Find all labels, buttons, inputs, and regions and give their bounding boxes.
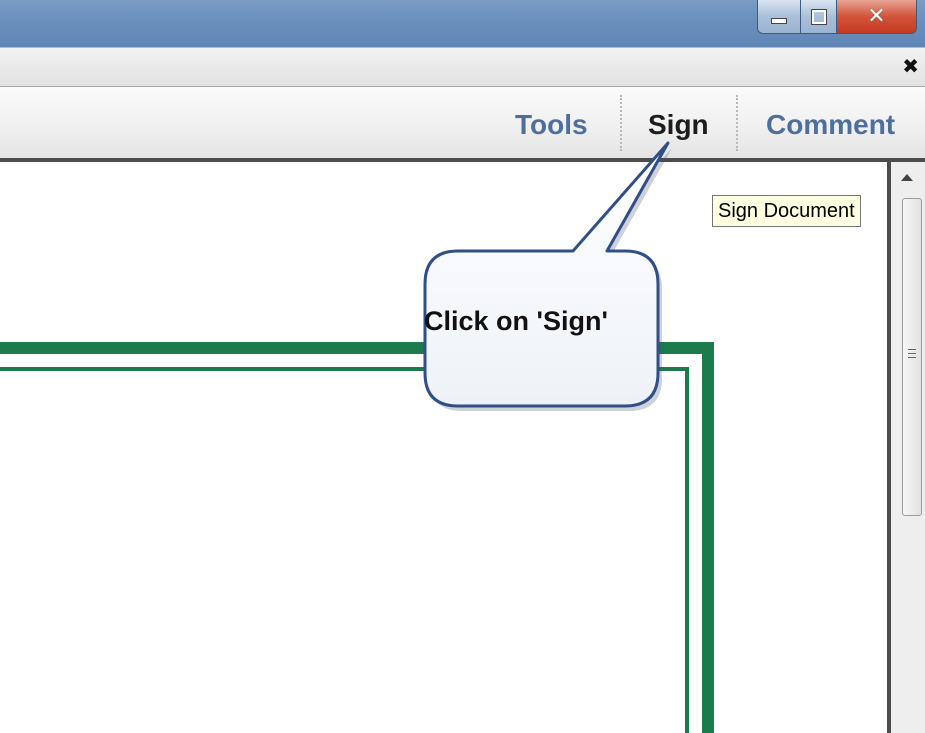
close-window-button[interactable]: ✕ [837, 0, 917, 34]
sign-pane-button[interactable]: Sign [648, 109, 709, 141]
top-toolbar: Tools Sign Comment [0, 87, 925, 162]
page-border-thick-top [0, 342, 714, 354]
document-page [0, 162, 887, 733]
sign-document-tooltip: Sign Document [712, 195, 861, 227]
close-icon: ✕ [867, 4, 886, 29]
close-document-icon[interactable]: ✖ [902, 54, 919, 78]
vertical-scrollbar[interactable] [887, 162, 925, 733]
page-border-thin-top [0, 367, 689, 371]
page-border-thick-right [702, 342, 714, 733]
minimize-icon [771, 17, 787, 24]
scroll-up-arrow-icon[interactable] [901, 174, 913, 181]
comment-pane-button[interactable]: Comment [766, 109, 895, 141]
minimize-button[interactable] [757, 0, 801, 34]
page-border-thin-right [685, 367, 689, 733]
scroll-thumb[interactable] [902, 198, 922, 516]
restore-button[interactable] [801, 0, 837, 34]
tools-pane-button[interactable]: Tools [515, 109, 588, 141]
restore-icon [810, 8, 827, 25]
window-controls: ✕ [757, 0, 917, 36]
toolbar-separator [620, 95, 622, 151]
document-tab-strip: ✖ [0, 47, 925, 87]
grip-icon [908, 349, 916, 359]
toolbar-separator [736, 95, 738, 151]
callout-text: Click on 'Sign' [424, 306, 608, 336]
window-title-bar: ✕ [0, 0, 925, 47]
